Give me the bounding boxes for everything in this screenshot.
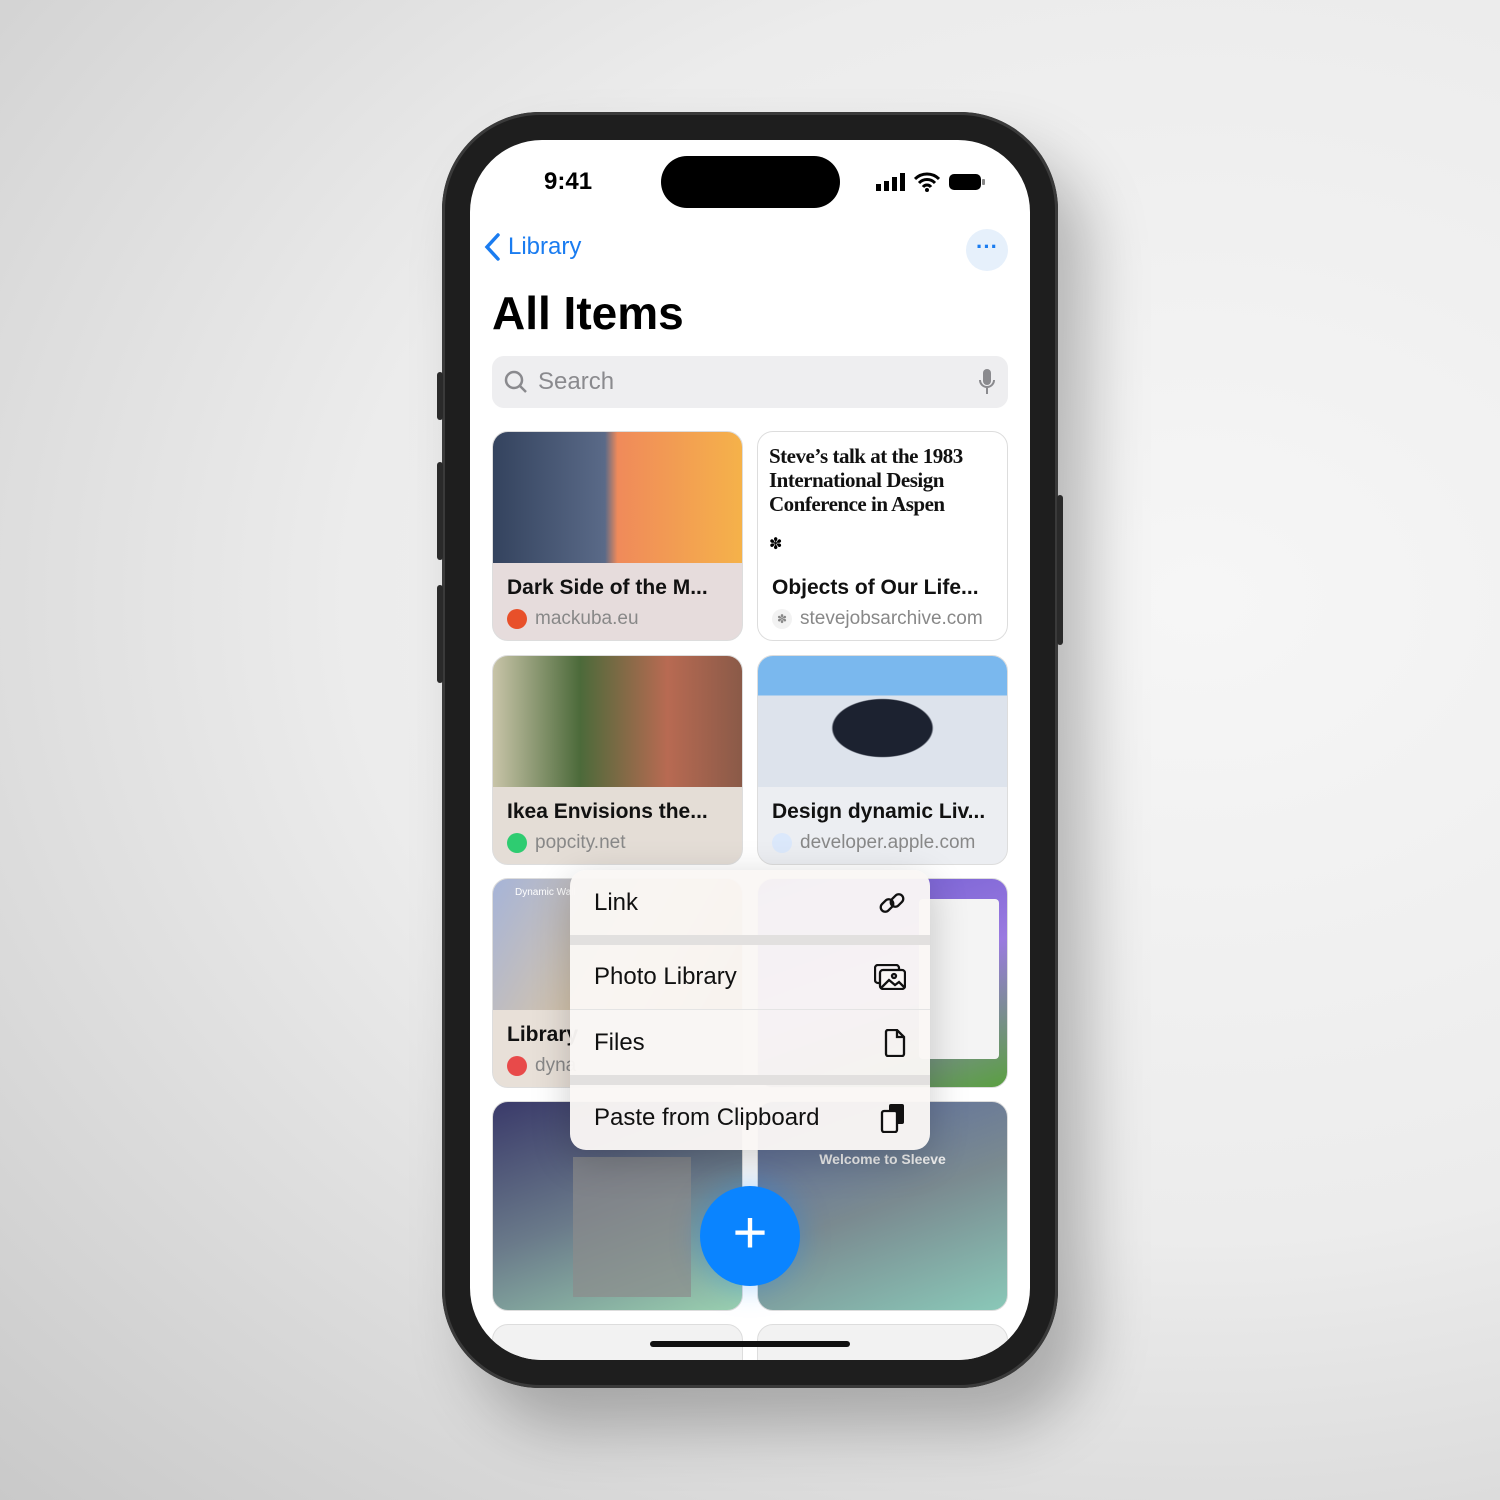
battery-icon — [949, 174, 985, 190]
add-item-menu: Link Photo Library Files Paste from Clip… — [570, 870, 930, 1150]
menu-item-paste-from-clipboard[interactable]: Paste from Clipboard — [570, 1085, 930, 1150]
menu-item-files[interactable]: Files — [570, 1010, 930, 1075]
status-icons — [876, 172, 986, 192]
wifi-icon — [914, 172, 940, 192]
item-card[interactable]: Steve’s talk at the 1983 International D… — [757, 431, 1008, 641]
back-label: Library — [508, 233, 582, 260]
action-button — [437, 372, 443, 420]
card-headline: Steve’s talk at the 1983 International D… — [769, 444, 963, 516]
home-indicator[interactable] — [650, 1341, 850, 1347]
card-thumbnail — [493, 432, 742, 563]
card-source-label: developer.apple.com — [800, 832, 976, 853]
search-placeholder: Search — [538, 368, 615, 395]
photo-library-icon — [874, 964, 906, 990]
card-source-label: popcity.net — [535, 832, 626, 853]
card-source: ✽ stevejobsarchive.com — [772, 608, 983, 630]
menu-item-label: Link — [594, 888, 639, 916]
card-title: Ikea Envisions the... — [507, 800, 708, 823]
document-icon — [884, 1028, 906, 1057]
link-icon — [879, 892, 905, 913]
item-card[interactable]: Design dynamic Liv... developer.apple.co… — [757, 655, 1008, 865]
popcity-logo-icon — [507, 833, 527, 853]
card-title: Library — [507, 1023, 579, 1046]
card-source-label: mackuba.eu — [535, 608, 639, 629]
dynamic-wallpaper-logo-icon — [507, 1056, 527, 1076]
menu-separator — [570, 1075, 930, 1085]
back-button[interactable]: Library — [482, 232, 581, 262]
menu-item-label: Paste from Clipboard — [594, 1103, 820, 1131]
card-overlay-text: Welcome to Sleeve — [819, 1151, 946, 1167]
tree-logo-icon: ✽ — [769, 536, 783, 553]
card-overlay-text: Dynamic Wall — [515, 887, 576, 898]
card-thumbnail — [919, 899, 999, 1059]
card-source: dyna — [507, 1055, 576, 1077]
more-button[interactable]: ··· — [966, 229, 1008, 271]
item-card[interactable]: Dark Side of the M... mackuba.eu — [492, 431, 743, 641]
card-title: Objects of Our Life... — [772, 576, 979, 599]
card-source: developer.apple.com — [772, 832, 975, 854]
power-button — [1057, 495, 1063, 645]
search-field[interactable]: Search — [492, 356, 1008, 408]
add-button[interactable]: + — [700, 1186, 800, 1286]
volume-down-button — [437, 585, 443, 683]
card-title: Dark Side of the M... — [507, 576, 708, 599]
card-thumbnail — [573, 1157, 691, 1297]
status-time: 9:41 — [544, 168, 593, 195]
signal-icon — [876, 173, 905, 191]
card-source: mackuba.eu — [507, 608, 639, 630]
apple-logo-icon — [772, 833, 792, 853]
card-thumbnail — [758, 656, 1007, 787]
tree-logo-icon: ✽ — [772, 609, 792, 629]
card-source-label: stevejobsarchive.com — [800, 608, 983, 629]
menu-item-photo-library[interactable]: Photo Library — [570, 945, 930, 1010]
item-card[interactable]: Ikea Envisions the... popcity.net — [492, 655, 743, 865]
menu-item-label: Files — [594, 1028, 645, 1056]
dynamic-island — [661, 156, 840, 208]
chevron-left-icon — [484, 233, 500, 261]
plus-icon: + — [732, 1199, 768, 1266]
search-icon — [504, 370, 527, 393]
screen: 9:41 Library ··· All Items Search Dark S… — [470, 140, 1030, 1360]
menu-separator — [570, 935, 930, 945]
menu-item-label: Photo Library — [594, 963, 737, 990]
microphone-icon[interactable] — [978, 368, 996, 396]
volume-up-button — [437, 462, 443, 560]
ellipsis-icon: ··· — [976, 234, 998, 259]
apple-fruit-icon — [507, 609, 527, 629]
card-title: Design dynamic Liv... — [772, 800, 986, 823]
menu-item-link[interactable]: Link — [570, 870, 930, 935]
card-thumbnail — [493, 656, 742, 787]
clipboard-icon — [880, 1103, 904, 1133]
card-source: popcity.net — [507, 832, 625, 854]
page-title: All Items — [492, 287, 684, 339]
